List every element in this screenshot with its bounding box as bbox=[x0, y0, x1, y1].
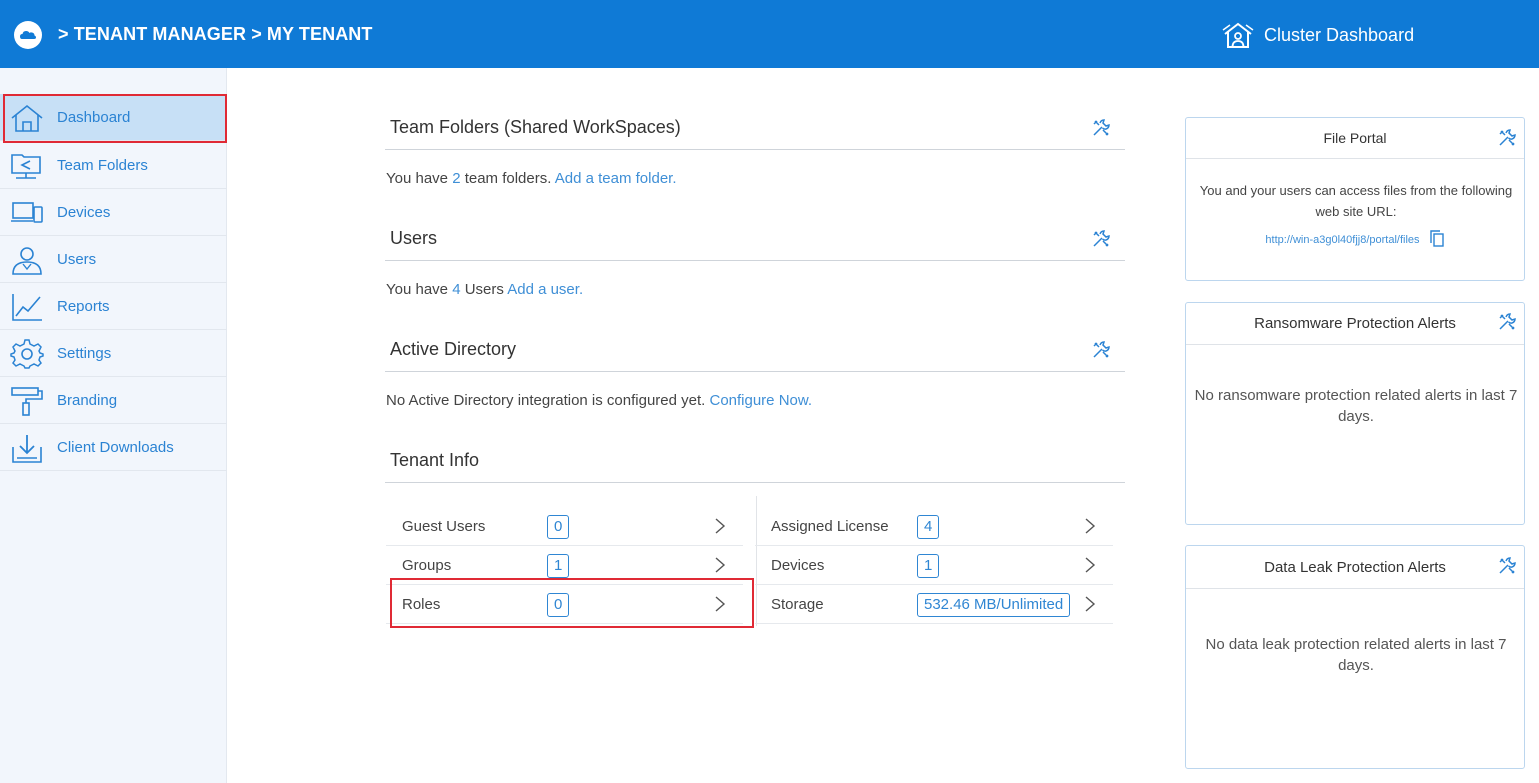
sidebar-item-label: Client Downloads bbox=[57, 439, 174, 456]
sidebar-item-label: Branding bbox=[57, 392, 118, 409]
copy-icon[interactable] bbox=[1429, 230, 1445, 247]
card-divider bbox=[1186, 344, 1524, 345]
count-badge: 1 bbox=[917, 554, 940, 578]
breadcrumb: > TENANT MANAGER > MY TENANT bbox=[58, 24, 373, 44]
configure-now-link[interactable]: Configure Now. bbox=[709, 392, 812, 409]
cluster-dashboard-link[interactable]: Cluster Dashboard bbox=[1222, 20, 1414, 50]
chevron-right-icon bbox=[1085, 518, 1096, 534]
tenant-info-row-storage[interactable]: Storage 532.46 MB/Unlimited bbox=[755, 585, 1113, 624]
card-text: No ransomware protection related alerts … bbox=[1194, 387, 1518, 425]
active-directory-summary: No Active Directory integration is confi… bbox=[386, 392, 812, 409]
chevron-right-icon bbox=[715, 557, 726, 573]
download-icon bbox=[12, 435, 42, 463]
chevron-right-icon bbox=[1085, 596, 1096, 612]
tenant-info-row-guest-users[interactable]: Guest Users 0 bbox=[386, 507, 743, 546]
settings-tools-icon[interactable] bbox=[1498, 557, 1516, 575]
user-icon bbox=[12, 247, 42, 275]
tenant-info-row-devices[interactable]: Devices 1 bbox=[755, 546, 1113, 585]
row-label: Assigned License bbox=[771, 518, 889, 535]
row-label: Groups bbox=[402, 557, 452, 574]
file-portal-card: File Portal You and your users can acces… bbox=[1185, 117, 1525, 281]
settings-tools-icon[interactable] bbox=[1092, 230, 1110, 248]
users-summary: You have 4 Users Add a user. bbox=[386, 281, 583, 298]
chevron-right-icon bbox=[715, 596, 726, 612]
card-text: No data leak protection related alerts i… bbox=[1205, 636, 1507, 674]
count-badge: 4 bbox=[917, 515, 940, 539]
portal-url-link[interactable]: http://win-a3g0l40fjj8/portal/files bbox=[1265, 234, 1419, 246]
users-title: Users bbox=[390, 228, 438, 248]
user-count: 4 bbox=[452, 281, 461, 298]
summary-text: You have bbox=[386, 170, 453, 187]
home-icon bbox=[11, 104, 43, 132]
add-user-link[interactable]: Add a user. bbox=[507, 281, 583, 298]
tenant-info-row-assigned-license[interactable]: Assigned License 4 bbox=[755, 507, 1113, 546]
summary-text: Users bbox=[460, 281, 508, 298]
cloud-logo-icon bbox=[20, 31, 36, 39]
chevron-right-icon bbox=[1085, 557, 1096, 573]
settings-tools-icon[interactable] bbox=[1092, 119, 1110, 137]
sidebar-item-dashboard[interactable]: Dashboard bbox=[0, 94, 227, 141]
gear-icon bbox=[10, 339, 44, 369]
devices-icon bbox=[11, 202, 43, 223]
settings-tools-icon[interactable] bbox=[1498, 313, 1516, 331]
chevron-right-icon bbox=[715, 518, 726, 534]
row-label: Roles bbox=[402, 596, 441, 613]
section-divider bbox=[385, 260, 1125, 261]
tenant-info-row-groups[interactable]: Groups 1 bbox=[386, 546, 743, 585]
sidebar-item-client-downloads[interactable]: Client Downloads bbox=[0, 424, 227, 471]
app-logo[interactable] bbox=[14, 21, 42, 49]
active-directory-title: Active Directory bbox=[390, 339, 517, 359]
cluster-dashboard-label: Cluster Dashboard bbox=[1264, 24, 1415, 45]
sidebar-item-team-folders[interactable]: Team Folders bbox=[0, 142, 227, 189]
sidebar-item-reports[interactable]: Reports bbox=[0, 283, 227, 330]
settings-tools-icon[interactable] bbox=[1092, 341, 1110, 359]
summary-text: You have bbox=[386, 281, 453, 298]
card-divider bbox=[1186, 158, 1524, 159]
section-divider bbox=[385, 482, 1125, 483]
card-title: Ransomware Protection Alerts bbox=[1254, 315, 1456, 332]
card-text: You and your users can access files from… bbox=[1199, 183, 1513, 219]
tenant-info-row-roles[interactable]: Roles 0 bbox=[386, 585, 743, 624]
section-divider bbox=[385, 149, 1125, 150]
top-header: > TENANT MANAGER > MY TENANT Cluster Das… bbox=[0, 0, 1539, 68]
section-divider bbox=[385, 371, 1125, 372]
chart-icon bbox=[12, 294, 42, 321]
team-folders-icon bbox=[11, 154, 41, 179]
sidebar-item-branding[interactable]: Branding bbox=[0, 377, 227, 424]
sidebar-item-label: Users bbox=[57, 251, 97, 268]
card-divider bbox=[1186, 588, 1524, 589]
card-title: File Portal bbox=[1323, 130, 1387, 146]
sidebar-item-devices[interactable]: Devices bbox=[0, 189, 227, 236]
data-leak-alerts-card: Data Leak Protection Alerts No data leak… bbox=[1185, 545, 1525, 769]
paint-roller-icon bbox=[11, 387, 43, 416]
storage-badge: 532.46 MB/Unlimited bbox=[917, 593, 1071, 617]
row-label: Devices bbox=[771, 557, 825, 574]
row-label: Storage bbox=[771, 596, 824, 613]
portal-url-row: http://win-a3g0l40fjj8/portal/files bbox=[1186, 230, 1524, 247]
card-title: Data Leak Protection Alerts bbox=[1264, 559, 1446, 576]
row-label: Guest Users bbox=[402, 518, 486, 535]
count-badge: 1 bbox=[547, 554, 570, 578]
summary-text: team folders. bbox=[460, 170, 555, 187]
team-folder-count: 2 bbox=[452, 170, 461, 187]
tenant-info-title: Tenant Info bbox=[390, 450, 480, 470]
sidebar-item-label: Team Folders bbox=[57, 157, 148, 174]
add-team-folder-link[interactable]: Add a team folder. bbox=[555, 170, 677, 187]
count-badge: 0 bbox=[547, 515, 570, 539]
count-badge: 0 bbox=[547, 593, 570, 617]
settings-tools-icon[interactable] bbox=[1498, 129, 1516, 147]
sidebar-item-settings[interactable]: Settings bbox=[0, 330, 227, 377]
sidebar-item-label: Dashboard bbox=[57, 109, 131, 126]
summary-text: No Active Directory integration is confi… bbox=[386, 392, 710, 409]
team-folders-summary: You have 2 team folders. Add a team fold… bbox=[386, 170, 677, 187]
sidebar-item-users[interactable]: Users bbox=[0, 236, 227, 283]
sidebar-item-label: Reports bbox=[57, 298, 110, 315]
sidebar-item-label: Devices bbox=[57, 204, 111, 221]
ransomware-alerts-card: Ransomware Protection Alerts No ransomwa… bbox=[1185, 302, 1525, 525]
team-folders-title: Team Folders (Shared WorkSpaces) bbox=[390, 117, 681, 137]
house-user-icon bbox=[1222, 22, 1254, 48]
sidebar-item-label: Settings bbox=[57, 345, 112, 362]
